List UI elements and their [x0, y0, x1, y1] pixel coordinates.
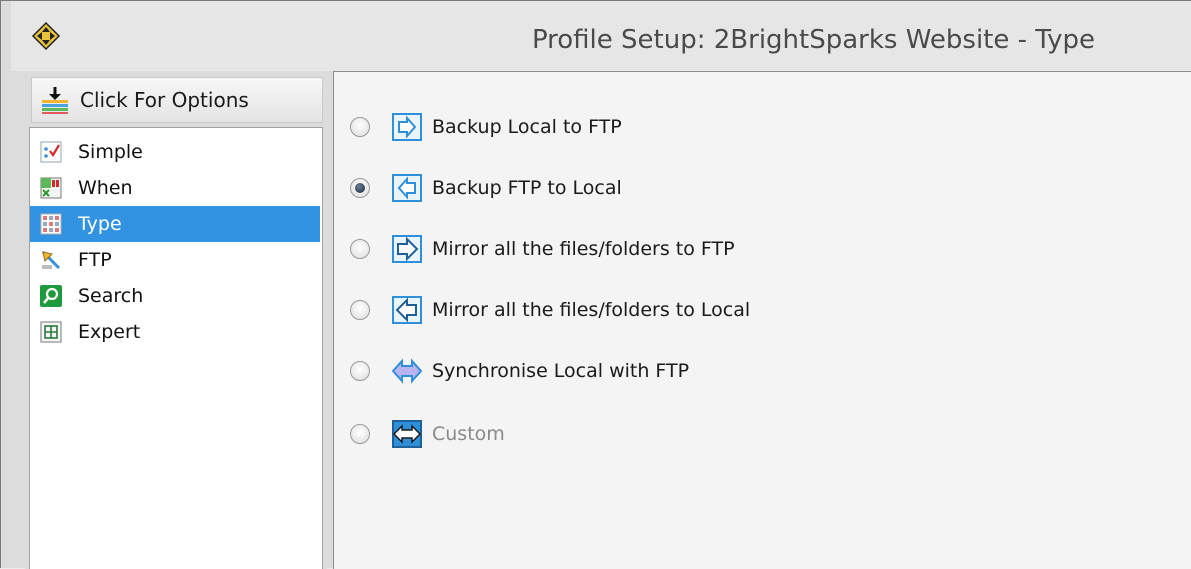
- sidebar-item-search[interactable]: Search: [30, 278, 320, 314]
- when-calendar-icon: [40, 177, 62, 199]
- sidebar-item-label: Expert: [78, 321, 141, 343]
- ftp-icon: [40, 249, 62, 271]
- click-for-options-button[interactable]: Click For Options: [31, 77, 323, 123]
- radio-mirror-to-ftp[interactable]: [350, 239, 370, 259]
- mirror-to-local-icon: [392, 296, 422, 324]
- search-icon: [40, 285, 62, 307]
- simple-checklist-icon: [40, 141, 62, 163]
- option-label: Custom: [432, 423, 505, 445]
- synchronise-icon: [391, 358, 423, 384]
- options-button-label: Click For Options: [80, 88, 249, 112]
- backup-to-local-icon: [392, 174, 422, 202]
- expert-grid-icon: [40, 321, 62, 343]
- radio-backup-local-to-ftp[interactable]: [350, 117, 370, 137]
- radio-mirror-to-local[interactable]: [350, 300, 370, 320]
- radio-backup-ftp-to-local[interactable]: [350, 178, 370, 198]
- type-grid-icon: [40, 213, 62, 235]
- title-bar: Profile Setup: 2BrightSparks Website - T…: [11, 1, 1191, 71]
- sidebar-item-label: FTP: [78, 249, 112, 271]
- mirror-to-ftp-icon: [392, 235, 422, 263]
- option-label: Backup Local to FTP: [432, 116, 622, 138]
- sidebar-item-type[interactable]: Type: [30, 206, 320, 242]
- sidebar-item-label: Type: [78, 213, 122, 235]
- options-download-icon: [42, 87, 68, 114]
- option-label: Synchronise Local with FTP: [432, 360, 690, 382]
- sidebar-item-ftp[interactable]: FTP: [30, 242, 320, 278]
- sidebar-item-simple[interactable]: Simple: [30, 134, 320, 170]
- sidebar-item-label: Search: [78, 285, 144, 307]
- app-logo-icon: [31, 21, 61, 51]
- radio-custom[interactable]: [350, 424, 370, 444]
- sidebar-item-label: Simple: [78, 141, 143, 163]
- sidebar-item-when[interactable]: When: [30, 170, 320, 206]
- sidebar-item-expert[interactable]: Expert: [30, 314, 320, 350]
- option-label: Mirror all the files/folders to FTP: [432, 238, 735, 260]
- backup-to-ftp-icon: [392, 113, 422, 141]
- profile-setup-window: Profile Setup: 2BrightSparks Website - T…: [0, 0, 1191, 569]
- option-label: Backup FTP to Local: [432, 177, 622, 199]
- sidebar: Click For Options Simple When Type FTP S…: [25, 71, 327, 569]
- option-label: Mirror all the files/folders to Local: [432, 299, 751, 321]
- sidebar-item-label: When: [78, 177, 133, 199]
- radio-synchronise[interactable]: [350, 361, 370, 381]
- nav-list: Simple When Type FTP Search Expert: [29, 127, 323, 569]
- custom-icon: [392, 420, 422, 448]
- type-options-panel: Backup Local to FTP Backup FTP to Local …: [333, 71, 1191, 569]
- window-title: Profile Setup: 2BrightSparks Website - T…: [531, 25, 1095, 55]
